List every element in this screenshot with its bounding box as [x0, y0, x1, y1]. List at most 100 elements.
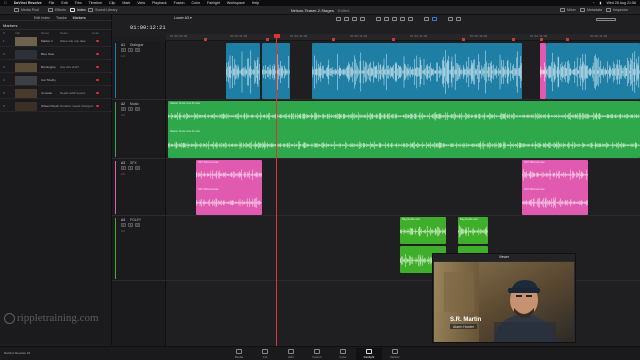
- playhead[interactable]: [276, 34, 277, 346]
- track-buttons: RSM: [121, 107, 140, 111]
- track-name[interactable]: Music: [130, 102, 139, 106]
- marker-row[interactable]: 6 Wheel Check Duration needs changed: [0, 100, 112, 112]
- audio-clip[interactable]: Bag Rustle.wav: [400, 217, 446, 244]
- timeline-ruler[interactable]: 01:00:00:00 01:00:06:00 01:00:12:00 01:00:1…: [166, 34, 640, 41]
- timeline-name-dropdown[interactable]: Lower A3 ▾: [174, 16, 192, 20]
- track-header-a3[interactable]: A3 SFX R S M 2.0: [112, 159, 166, 216]
- link-icon[interactable]: [408, 17, 413, 21]
- audio-clip[interactable]: [226, 43, 260, 99]
- page-media-button[interactable]: Media: [226, 348, 252, 360]
- zoom-in-icon[interactable]: [448, 17, 453, 21]
- page-fusion-button[interactable]: Fusion: [304, 348, 330, 360]
- menu-mark[interactable]: Mark: [122, 1, 130, 5]
- audio-clip[interactable]: Bag Rustle.wav: [458, 217, 488, 244]
- track-color-strip: [115, 161, 117, 214]
- menu-playback[interactable]: Playback: [152, 1, 167, 5]
- menu-view[interactable]: View: [137, 1, 145, 5]
- record-arm-button[interactable]: R: [121, 107, 126, 111]
- menu-color[interactable]: Color: [191, 1, 200, 5]
- menu-timeline[interactable]: Timeline: [89, 1, 102, 5]
- menu-clip[interactable]: Clip: [109, 1, 115, 5]
- fairlight-page-icon: [366, 349, 372, 354]
- marker-color-dot: [96, 65, 99, 68]
- inspector-button[interactable]: Inspector: [606, 8, 628, 12]
- marker-row[interactable]: 2 Blue Note: [0, 48, 112, 60]
- mute-button[interactable]: M: [135, 107, 140, 111]
- audio-clip[interactable]: Nelson Score Cue 01.wav Nelson Score Cue …: [168, 101, 640, 158]
- track-header-a4[interactable]: A4 FOLEY R S M 2.0: [112, 216, 166, 281]
- audio-clip[interactable]: SFX Whoosh.wav SFX Whoosh.wav: [522, 160, 588, 215]
- marker-note: Duration needs changed: [60, 104, 93, 108]
- solo-button[interactable]: S: [128, 48, 133, 52]
- tab-edit-index[interactable]: Edit Index: [34, 16, 50, 20]
- blade-tool-icon[interactable]: [392, 17, 397, 21]
- snapping-icon[interactable]: [400, 17, 405, 21]
- menubar-clock[interactable]: Wed 28 Aug 21:56: [606, 1, 636, 5]
- record-icon[interactable]: [336, 17, 341, 21]
- zoom-out-icon[interactable]: [456, 17, 461, 21]
- page-cut-button[interactable]: Cut: [252, 348, 278, 360]
- marker-icon[interactable]: [432, 17, 437, 21]
- marker-row[interactable]: 1 Marker 1 Wave into one take: [0, 35, 112, 47]
- record-arm-button[interactable]: R: [121, 166, 126, 170]
- page-deliver-button[interactable]: Deliver: [382, 348, 408, 360]
- mixer-button[interactable]: Mixer: [560, 8, 576, 12]
- tab-markers[interactable]: Markers: [73, 16, 86, 20]
- menu-help[interactable]: Help: [252, 1, 259, 5]
- stop-icon[interactable]: [344, 17, 349, 21]
- menu-workspace[interactable]: Workspace: [227, 1, 245, 5]
- marker-name: Blue Note: [41, 52, 55, 56]
- marker-name: Console: [41, 91, 53, 95]
- mute-button[interactable]: M: [135, 166, 140, 170]
- apple-icon[interactable]: : [4, 1, 7, 5]
- track-name[interactable]: Dialogue: [130, 43, 143, 47]
- battery-icon[interactable]: ▮: [600, 1, 602, 5]
- audio-clip[interactable]: [312, 43, 522, 99]
- page-fairlight-button[interactable]: Fairlight: [356, 348, 382, 360]
- solo-button[interactable]: S: [128, 107, 133, 111]
- page-edit-button[interactable]: Edit: [278, 348, 304, 360]
- timecode-panel: 01:00:12:21: [112, 15, 166, 35]
- solo-button[interactable]: S: [128, 223, 133, 227]
- viewer-title[interactable]: Viewer: [433, 254, 575, 261]
- mute-button[interactable]: M: [135, 48, 140, 52]
- lower-third-name: S.R. Martin: [450, 317, 482, 323]
- track-id: A1: [121, 43, 126, 47]
- menu-fusion[interactable]: Fusion: [174, 1, 185, 5]
- ruler-timecode: 01:00:30:00: [470, 35, 488, 38]
- record-arm-button[interactable]: R: [121, 48, 126, 52]
- tab-tracks[interactable]: Tracks: [56, 16, 67, 20]
- marker-row[interactable]: 4 Car Shelby: [0, 74, 112, 86]
- flag-icon[interactable]: [424, 17, 429, 21]
- menu-trim[interactable]: Trim: [75, 1, 82, 5]
- track-header-a1[interactable]: A1 Dialogue R S M 1.0: [112, 41, 166, 100]
- solo-button[interactable]: S: [128, 166, 133, 170]
- audio-clip[interactable]: [546, 43, 640, 99]
- mute-button[interactable]: M: [135, 223, 140, 227]
- marker-row[interactable]: 3 Bot Engine Use this shot?: [0, 61, 112, 73]
- range-tool-icon[interactable]: [384, 17, 389, 21]
- record-arm-button[interactable]: R: [121, 223, 126, 227]
- zoom-slider[interactable]: [596, 18, 616, 21]
- loop-icon[interactable]: [360, 17, 365, 21]
- audio-clip[interactable]: SFX Whoosh.wav SFX Whoosh.wav: [196, 160, 262, 215]
- ruler-timecode: 01:00:36:00: [530, 35, 548, 38]
- app-menu[interactable]: DaVinci Resolve: [14, 1, 42, 5]
- lower-third: S.R. Martin Alarm Hunter: [450, 317, 481, 330]
- menu-fairlight[interactable]: Fairlight: [207, 1, 220, 5]
- menu-file[interactable]: File: [49, 1, 55, 5]
- color-page-icon: [340, 349, 346, 354]
- track-header-a2[interactable]: A2 Music R S M 2.0: [112, 100, 166, 159]
- select-tool-icon[interactable]: [376, 17, 381, 21]
- track-name[interactable]: FOLEY: [130, 218, 141, 222]
- metadata-button[interactable]: Metadata: [580, 8, 602, 12]
- marker-name: Car Shelby: [41, 78, 56, 82]
- timecode-display[interactable]: 01:00:12:21: [130, 25, 166, 31]
- track-name[interactable]: SFX: [130, 161, 137, 165]
- page-color-button[interactable]: Color: [330, 348, 356, 360]
- marker-number: 6: [3, 104, 5, 108]
- wifi-icon[interactable]: ◔: [592, 1, 594, 5]
- marker-row[interactable]: 5 Console Needs add'l sound: [0, 87, 112, 99]
- menu-edit[interactable]: Edit: [61, 1, 67, 5]
- play-icon[interactable]: [352, 17, 357, 21]
